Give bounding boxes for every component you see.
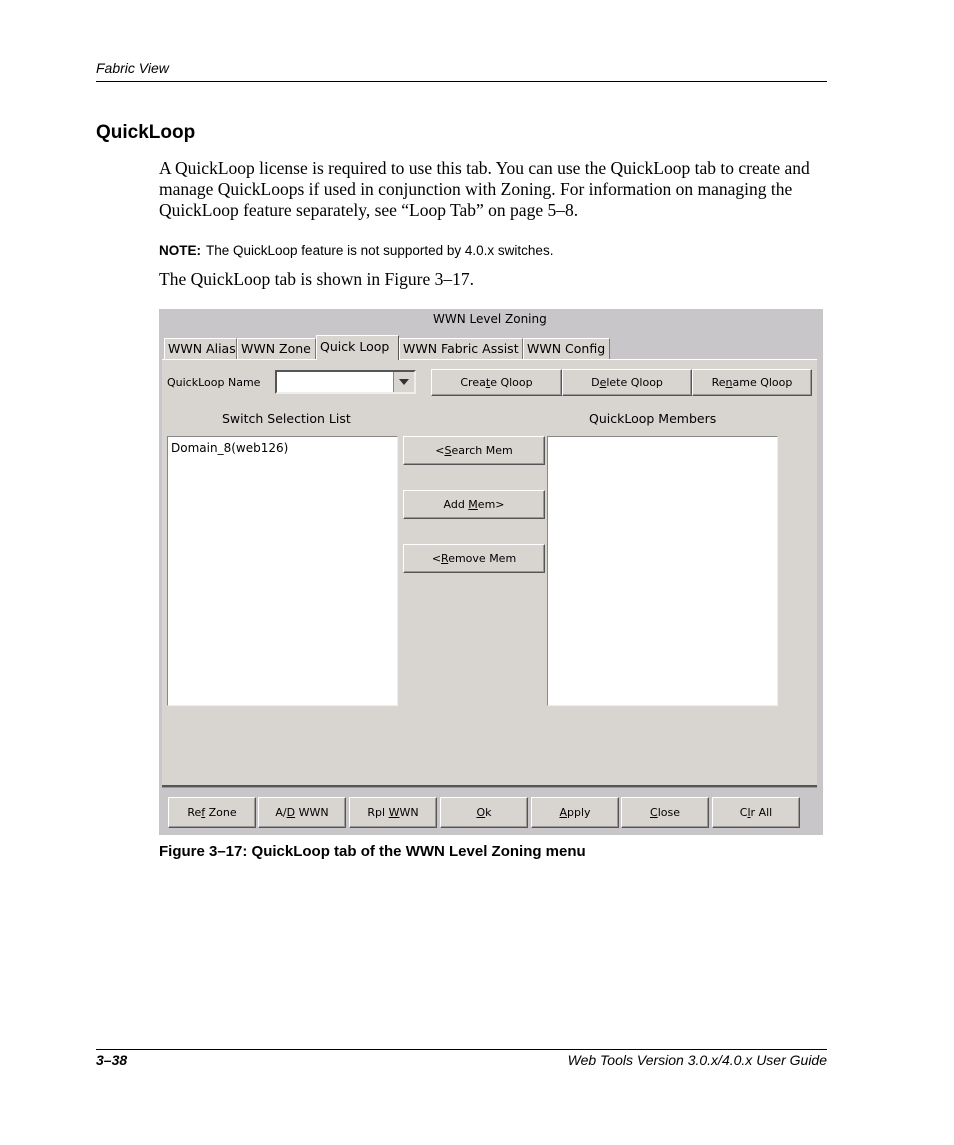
- clr-all-button[interactable]: Clr All: [712, 797, 800, 828]
- ref-zone-button[interactable]: Ref Zone: [168, 797, 256, 828]
- close-button[interactable]: Close: [621, 797, 709, 828]
- note: NOTE: The QuickLoop feature is not suppor…: [159, 243, 553, 258]
- quickloop-name-label: QuickLoop Name: [167, 376, 261, 389]
- apply-button[interactable]: Apply: [531, 797, 619, 828]
- rename-qloop-button[interactable]: Rename Qloop: [692, 369, 812, 396]
- figure-reference-paragraph: The QuickLoop tab is shown in Figure 3–1…: [159, 269, 474, 289]
- delete-qloop-button[interactable]: Delete Qloop: [562, 369, 692, 396]
- quickloop-panel: QuickLoop Name Create Qloop Delete Qloop…: [162, 359, 817, 787]
- footer-page-number: 3–38: [96, 1052, 128, 1068]
- combo-dropdown-button[interactable]: [393, 372, 414, 392]
- tab-quick-loop[interactable]: Quick Loop: [316, 335, 399, 360]
- button-bar-separator: [162, 785, 817, 788]
- window-title-text: WWN Level Zoning: [433, 312, 547, 326]
- remove-mem-button[interactable]: <Remove Mem: [403, 544, 545, 573]
- figure-caption: Figure 3–17: QuickLoop tab of the WWN Le…: [159, 843, 586, 860]
- running-header: Fabric View: [96, 60, 169, 76]
- wwn-level-zoning-window: WWN Level Zoning WWN Alias WWN Zone Quic…: [159, 309, 823, 835]
- quickloop-members-label: QuickLoop Members: [589, 411, 717, 426]
- intro-paragraph: A QuickLoop license is required to use t…: [159, 158, 810, 220]
- search-mem-button[interactable]: <Search Mem: [403, 436, 545, 465]
- ok-button[interactable]: Ok: [440, 797, 528, 828]
- footer-rule: [96, 1049, 827, 1050]
- list-item[interactable]: Domain_8(web126): [171, 441, 394, 455]
- chevron-down-icon: [399, 379, 409, 385]
- tab-wwn-fabric-assist[interactable]: WWN Fabric Assist: [399, 338, 523, 359]
- ad-wwn-button[interactable]: A/D WWN: [258, 797, 346, 828]
- footer-title: Web Tools Version 3.0.x/4.0.x User Guide: [567, 1052, 827, 1068]
- switch-selection-list-label: Switch Selection List: [222, 411, 351, 426]
- tab-wwn-zone[interactable]: WWN Zone: [237, 338, 316, 359]
- quickloop-members-list[interactable]: [547, 436, 778, 706]
- tab-wwn-config[interactable]: WWN Config: [523, 338, 610, 359]
- section-title: QuickLoop: [96, 122, 196, 143]
- note-label: NOTE:: [159, 243, 201, 258]
- tab-wwn-alias[interactable]: WWN Alias: [164, 338, 237, 359]
- rpl-wwn-button[interactable]: Rpl WWN: [349, 797, 437, 828]
- quickloop-name-combobox[interactable]: [275, 370, 416, 394]
- header-rule: [96, 81, 827, 82]
- note-text: The QuickLoop feature is not supported b…: [206, 243, 554, 258]
- create-qloop-button[interactable]: Create Qloop: [431, 369, 562, 396]
- switch-selection-list[interactable]: Domain_8(web126): [167, 436, 398, 706]
- add-mem-button[interactable]: Add Mem>: [403, 490, 545, 519]
